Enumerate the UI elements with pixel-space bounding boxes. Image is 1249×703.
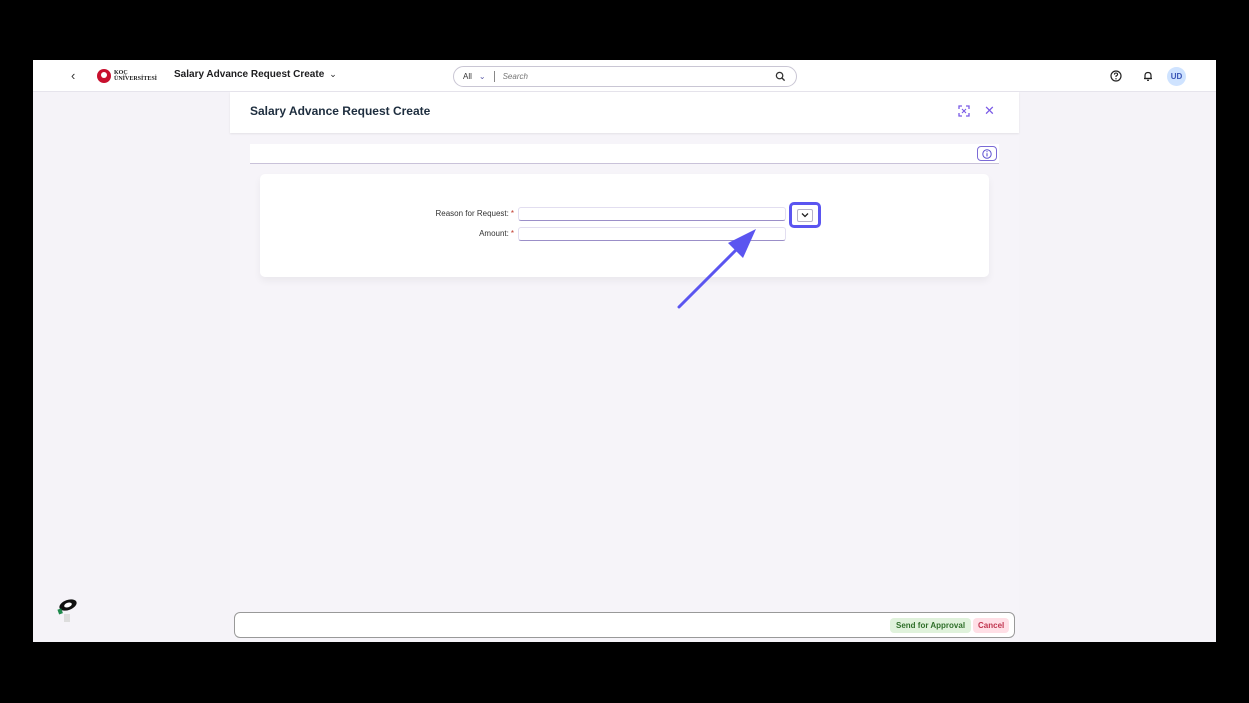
required-mark: *: [510, 229, 514, 238]
reason-label: Reason for Request: *: [394, 209, 515, 218]
search-scope-select[interactable]: All ⌄: [463, 72, 486, 81]
dialog-header: Salary Advance Request Create ✕: [230, 92, 1019, 133]
close-icon[interactable]: ✕: [984, 103, 995, 119]
chevron-down-icon: ⌄: [478, 72, 486, 81]
search-scope-value: All: [463, 72, 472, 81]
app-title: Salary Advance Request Create: [174, 69, 325, 80]
robot-icon[interactable]: [55, 597, 79, 625]
logo-line-2: ÜNİVERSİTESİ: [114, 76, 158, 82]
cancel-button[interactable]: Cancel: [973, 618, 1010, 633]
required-mark: *: [510, 209, 514, 218]
dialog: Salary Advance Request Create ✕ Reason f…: [230, 92, 1019, 642]
info-icon: [982, 148, 992, 159]
shell-bar: ‹ KOÇ ÜNİVERSİTESİ Salary Advance Reques…: [33, 60, 1216, 92]
amount-label: Amount: *: [394, 229, 514, 238]
avatar[interactable]: UD: [1167, 67, 1186, 86]
company-logo[interactable]: KOÇ ÜNİVERSİTESİ: [97, 69, 157, 83]
dialog-title: Salary Advance Request Create: [250, 104, 431, 118]
dropdown-chevron-icon: [797, 208, 813, 222]
form-card: Reason for Request: * Amount: *: [260, 174, 989, 277]
app-title-menu[interactable]: Salary Advance Request Create ⌄: [174, 69, 337, 80]
search-icon[interactable]: [775, 71, 786, 82]
search-divider: [493, 71, 495, 82]
amount-input[interactable]: [518, 227, 786, 241]
reason-label-text: Reason for Request:: [435, 209, 509, 218]
reason-for-request-select[interactable]: [518, 207, 786, 221]
reason-dropdown-button[interactable]: [789, 202, 821, 228]
send-for-approval-button[interactable]: Send for Approval: [890, 618, 972, 633]
amount-label-text: Amount:: [479, 229, 509, 238]
app-screen: ‹ KOÇ ÜNİVERSİTESİ Salary Advance Reques…: [33, 60, 1216, 642]
footer-bar: Send for Approval Cancel: [234, 612, 1015, 638]
search-bar: All ⌄: [453, 66, 797, 87]
bell-icon[interactable]: [1142, 70, 1154, 82]
back-chevron-icon[interactable]: ‹: [71, 68, 75, 83]
chevron-down-icon: ⌄: [329, 69, 337, 79]
info-button[interactable]: [977, 146, 997, 161]
logo-text: KOÇ ÜNİVERSİTESİ: [114, 70, 157, 82]
help-icon[interactable]: [1110, 70, 1122, 82]
dialog-toolbar: [250, 144, 999, 164]
logo-icon: [97, 69, 111, 83]
search-input[interactable]: [502, 72, 753, 81]
expand-icon[interactable]: [958, 105, 970, 117]
